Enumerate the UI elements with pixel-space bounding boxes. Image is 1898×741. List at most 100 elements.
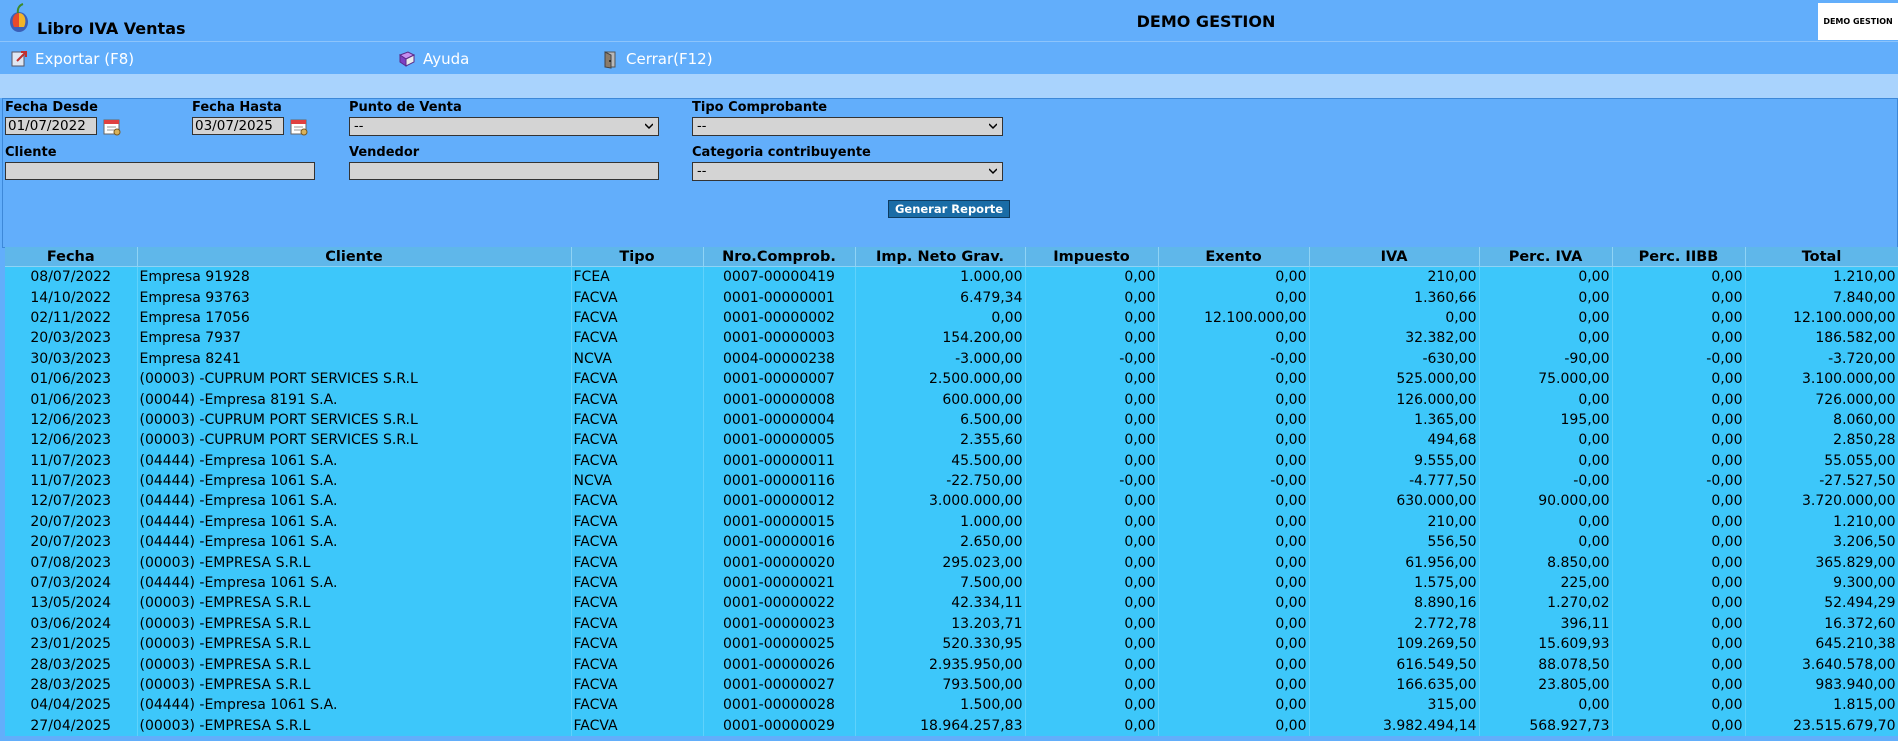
table-cell: 0,00 — [1479, 450, 1613, 471]
fecha-desde-calendar-icon[interactable] — [101, 115, 123, 137]
column-header[interactable]: Tipo — [571, 247, 704, 267]
table-row[interactable]: 23/01/2025 (00003) -EMPRESA S.R.L FACVA 000… — [5, 634, 1898, 655]
fecha-hasta-label: Fecha Hasta — [192, 100, 282, 115]
column-header[interactable]: Impuesto — [1025, 247, 1159, 267]
fecha-hasta-field[interactable]: 03/07/2025 — [192, 117, 284, 135]
table-row[interactable]: 20/03/2023 Empresa 7937 FACVA 0001-00000003… — [5, 328, 1898, 349]
table-cell: FACVA — [571, 674, 704, 696]
table-cell: 210,00 — [1309, 511, 1480, 533]
table-cell: 13/05/2024 — [5, 593, 138, 614]
table-cell: FACVA — [571, 572, 704, 594]
table-cell: 0001-00000029 — [703, 715, 856, 736]
table-row[interactable]: 20/07/2023 (04444) -Empresa 1061 S.A. FACV… — [5, 511, 1898, 533]
table-cell: 0,00 — [1612, 450, 1746, 471]
table-row[interactable]: 02/11/2022 Empresa 17056 FACVA 0001-0000000… — [5, 307, 1898, 329]
table-cell: -27.527,50 — [1745, 470, 1898, 492]
tipo-comprobante-select[interactable]: -- — [692, 117, 1003, 136]
column-header[interactable]: Total — [1745, 247, 1898, 267]
cliente-field[interactable] — [5, 162, 315, 180]
column-header[interactable]: Fecha — [5, 247, 138, 267]
table-cell: (04444) -Empresa 1061 S.A. — [137, 532, 572, 553]
table-cell: 525.000,00 — [1309, 368, 1480, 390]
column-header[interactable]: Imp. Neto Grav. — [855, 247, 1026, 267]
table-cell: 08/07/2022 — [5, 266, 138, 288]
table-cell: -3.000,00 — [855, 348, 1026, 369]
table-cell: 0,00 — [1025, 715, 1159, 736]
table-cell: 793.500,00 — [855, 674, 1026, 696]
chevron-down-icon — [989, 168, 997, 175]
vendedor-field[interactable] — [349, 162, 659, 180]
chevron-down-icon — [645, 123, 653, 130]
table-cell: 0,00 — [1479, 389, 1613, 410]
help-button[interactable]: Ayuda — [397, 49, 469, 69]
categoria-select[interactable]: -- — [692, 162, 1003, 181]
table-row[interactable]: 12/06/2023 (00003) -CUPRUM PORT SERVICES … — [5, 430, 1898, 451]
table-cell: 0,00 — [1612, 266, 1746, 288]
table-cell: 20/07/2023 — [5, 511, 138, 533]
table-cell: 0,00 — [1025, 674, 1159, 696]
close-label: Cerrar(F12) — [626, 50, 713, 68]
table-cell: 20/03/2023 — [5, 328, 138, 349]
table-cell: 1.000,00 — [855, 266, 1026, 288]
table-cell: NCVA — [571, 348, 704, 369]
generate-report-button[interactable]: Generar Reporte — [888, 200, 1010, 218]
table-cell: 295.023,00 — [855, 552, 1026, 573]
column-header[interactable]: IVA — [1309, 247, 1480, 267]
table-cell: 0,00 — [1158, 552, 1310, 573]
table-cell: 210,00 — [1309, 266, 1480, 288]
table-row[interactable]: 03/06/2024 (00003) -EMPRESA S.R.L FACVA 000… — [5, 613, 1898, 635]
table-row[interactable]: 11/07/2023 (04444) -Empresa 1061 S.A. FACV… — [5, 450, 1898, 471]
export-button[interactable]: Exportar (F8) — [9, 49, 134, 69]
close-button[interactable]: Cerrar(F12) — [600, 49, 713, 69]
close-door-icon — [604, 51, 616, 69]
table-row[interactable]: 04/04/2025 (04444) -Empresa 1061 S.A. FACV… — [5, 695, 1898, 716]
table-row[interactable]: 11/07/2023 (04444) -Empresa 1061 S.A. NCVA… — [5, 470, 1898, 492]
table-cell: 315,00 — [1309, 695, 1480, 716]
column-header[interactable]: Perc. IIBB — [1612, 247, 1746, 267]
table-cell: (00003) -EMPRESA S.R.L — [137, 593, 572, 614]
table-cell: 0,00 — [1612, 674, 1746, 696]
column-header[interactable]: Exento — [1158, 247, 1310, 267]
column-header[interactable]: Perc. IVA — [1479, 247, 1613, 267]
column-header[interactable]: Nro.Comprob. — [703, 247, 856, 267]
help-label: Ayuda — [423, 50, 470, 68]
punto-venta-select[interactable]: -- — [349, 117, 659, 136]
table-row[interactable]: 08/07/2022 Empresa 91928 FCEA 0007-00000419… — [5, 266, 1898, 288]
table-cell: FACVA — [571, 511, 704, 533]
table-row[interactable]: 28/03/2025 (00003) -EMPRESA S.R.L FACVA 000… — [5, 674, 1898, 696]
table-cell: FACVA — [571, 634, 704, 655]
table-cell: 0,00 — [1158, 430, 1310, 451]
table-row[interactable]: 01/06/2023 (00003) -CUPRUM PORT SERVICES … — [5, 368, 1898, 390]
table-row[interactable]: 28/03/2025 (00003) -EMPRESA S.R.L FACVA 000… — [5, 654, 1898, 675]
table-cell: 0,00 — [1158, 409, 1310, 431]
table-cell: -22.750,00 — [855, 470, 1026, 492]
report-table: Fecha Cliente Tipo Nro.Comprob. Imp. Neto Gr… — [5, 247, 1898, 736]
toolbar: Exportar (F8) Ayuda Cerrar(F12) — [0, 41, 1898, 74]
table-row[interactable]: 14/10/2022 Empresa 93763 FACVA 0001-0000000… — [5, 287, 1898, 308]
table-row[interactable]: 01/06/2023 (00044) -Empresa 8191 S.A. FACV… — [5, 389, 1898, 410]
table-row[interactable]: 07/08/2023 (00003) -EMPRESA S.R.L FACVA 000… — [5, 552, 1898, 573]
table-cell: 0,00 — [1158, 491, 1310, 512]
fecha-desde-label: Fecha Desde — [5, 100, 98, 115]
table-cell: (00003) -EMPRESA S.R.L — [137, 715, 572, 736]
table-row[interactable]: 30/03/2023 Empresa 8241 NCVA 0004-00000238-… — [5, 348, 1898, 369]
table-row[interactable]: 12/06/2023 (00003) -CUPRUM PORT SERVICES … — [5, 409, 1898, 431]
table-cell: -0,00 — [1158, 348, 1310, 369]
table-row[interactable]: 12/07/2023 (04444) -Empresa 1061 S.A. FACV… — [5, 491, 1898, 512]
table-cell: 0,00 — [1025, 552, 1159, 573]
table-row[interactable]: 27/04/2025 (00003) -EMPRESA S.R.L FACVA 000… — [5, 715, 1898, 736]
fecha-desde-field[interactable]: 01/07/2022 — [5, 117, 97, 135]
table-cell: Empresa 91928 — [137, 266, 572, 288]
table-row[interactable]: 07/03/2024 (04444) -Empresa 1061 S.A. FACV… — [5, 572, 1898, 594]
table-cell: 186.582,00 — [1745, 328, 1898, 349]
table-cell: FACVA — [571, 389, 704, 410]
column-header[interactable]: Cliente — [137, 247, 572, 267]
company-logo: DEMO GESTION — [1818, 3, 1898, 40]
tipo-comprobante-label: Tipo Comprobante — [692, 100, 828, 115]
table-cell: FACVA — [571, 368, 704, 390]
table-cell: 1.815,00 — [1745, 695, 1898, 716]
fecha-hasta-calendar-icon[interactable] — [288, 115, 310, 137]
table-cell: 396,11 — [1479, 613, 1613, 635]
table-row[interactable]: 13/05/2024 (00003) -EMPRESA S.R.L FACVA 000… — [5, 593, 1898, 614]
table-row[interactable]: 20/07/2023 (04444) -Empresa 1061 S.A. FACV… — [5, 532, 1898, 553]
